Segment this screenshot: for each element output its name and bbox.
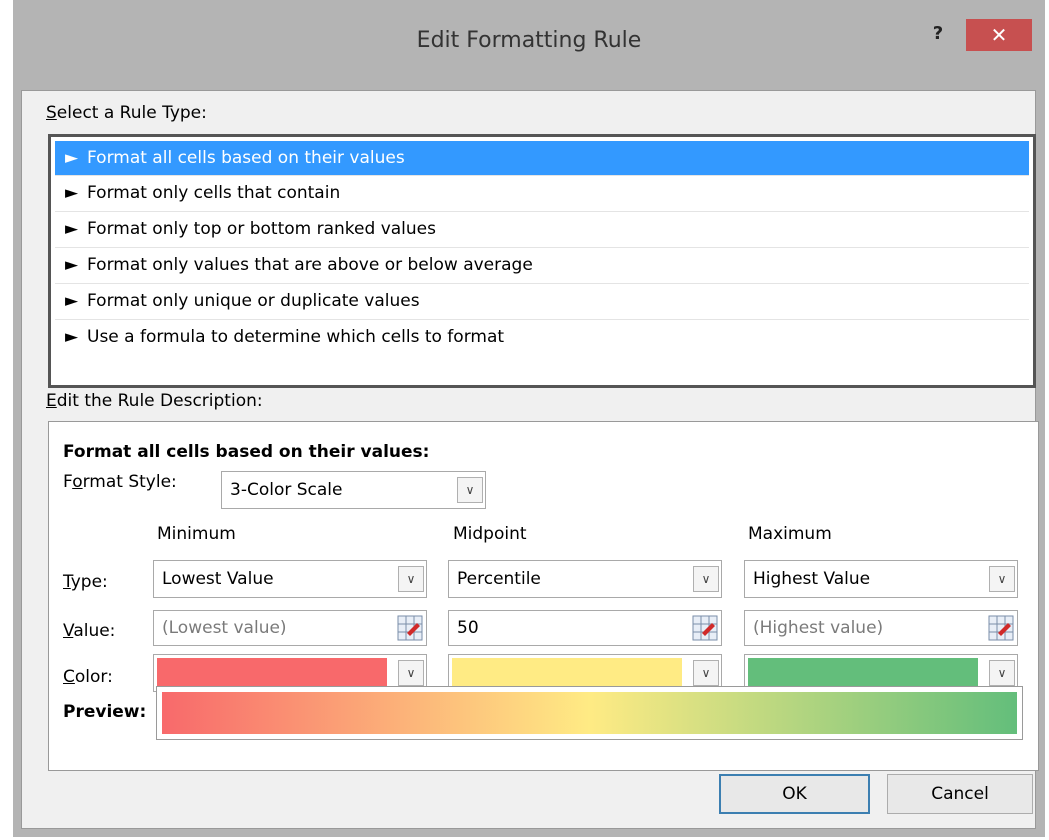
chevron-down-icon[interactable]: ∨ bbox=[693, 566, 719, 592]
color-scale-gradient bbox=[162, 692, 1017, 734]
rule-type-item[interactable]: ► Format only values that are above or be… bbox=[55, 248, 1029, 282]
arrow-right-icon: ► bbox=[65, 183, 79, 203]
chevron-down-icon[interactable]: ∨ bbox=[398, 566, 424, 592]
rule-description-label: Edit the Rule Description: bbox=[46, 391, 263, 411]
midpoint-type-dropdown[interactable]: Percentile ∨ bbox=[448, 560, 722, 598]
chevron-down-icon[interactable]: ∨ bbox=[457, 477, 483, 503]
rule-type-item[interactable]: ► Format only top or bottom ranked values bbox=[55, 212, 1029, 246]
format-style-label: Format Style: bbox=[63, 472, 177, 492]
edit-formatting-rule-dialog: Edit Formatting Rule ? ✕ Select a Rule T… bbox=[13, 0, 1045, 837]
color-label: Color: bbox=[63, 667, 113, 687]
range-picker-icon[interactable] bbox=[397, 615, 423, 641]
help-button[interactable]: ? bbox=[925, 20, 951, 48]
chevron-down-icon[interactable]: ∨ bbox=[989, 566, 1015, 592]
arrow-right-icon: ► bbox=[65, 219, 79, 239]
range-picker-icon[interactable] bbox=[692, 615, 718, 641]
midpoint-color-swatch bbox=[452, 658, 682, 686]
chevron-down-icon[interactable]: ∨ bbox=[398, 660, 424, 686]
rule-type-list[interactable]: ► Format all cells based on their values … bbox=[48, 134, 1036, 388]
range-picker-icon[interactable] bbox=[988, 615, 1014, 641]
rule-type-item[interactable]: ► Format only cells that contain bbox=[55, 176, 1029, 210]
title-bar[interactable]: Edit Formatting Rule ? ✕ bbox=[13, 0, 1045, 90]
minimum-color-swatch bbox=[157, 658, 387, 686]
close-button[interactable]: ✕ bbox=[966, 19, 1032, 51]
value-label: Value: bbox=[63, 621, 116, 641]
minimum-header: Minimum bbox=[157, 524, 236, 544]
format-style-dropdown[interactable]: 3-Color Scale ∨ bbox=[221, 471, 486, 509]
maximum-type-dropdown[interactable]: Highest Value ∨ bbox=[744, 560, 1018, 598]
minimum-value-input[interactable]: (Lowest value) bbox=[153, 610, 427, 646]
close-icon: ✕ bbox=[990, 23, 1008, 47]
ok-button[interactable]: OK bbox=[719, 774, 870, 814]
description-heading: Format all cells based on their values: bbox=[63, 442, 430, 462]
preview-bar bbox=[156, 686, 1023, 740]
rule-type-item[interactable]: ► Format all cells based on their values bbox=[55, 141, 1029, 175]
preview-label: Preview: bbox=[63, 702, 147, 722]
chevron-down-icon[interactable]: ∨ bbox=[989, 660, 1015, 686]
chevron-down-icon[interactable]: ∨ bbox=[693, 660, 719, 686]
arrow-right-icon: ► bbox=[65, 291, 79, 311]
cancel-button[interactable]: Cancel bbox=[887, 774, 1033, 814]
type-label: Type: bbox=[63, 572, 108, 592]
arrow-right-icon: ► bbox=[65, 327, 79, 347]
maximum-value-input[interactable]: (Highest value) bbox=[744, 610, 1018, 646]
arrow-right-icon: ► bbox=[65, 255, 79, 275]
maximum-color-swatch bbox=[748, 658, 978, 686]
rule-description-panel: Format all cells based on their values: … bbox=[48, 421, 1039, 771]
maximum-header: Maximum bbox=[748, 524, 832, 544]
rule-type-label: Select a Rule Type: bbox=[46, 103, 207, 123]
rule-type-item[interactable]: ► Use a formula to determine which cells … bbox=[55, 320, 1029, 354]
format-style-value: 3-Color Scale bbox=[230, 480, 343, 500]
minimum-type-dropdown[interactable]: Lowest Value ∨ bbox=[153, 560, 427, 598]
arrow-right-icon: ► bbox=[65, 148, 79, 168]
dialog-body: Select a Rule Type: ► Format all cells ba… bbox=[21, 90, 1039, 829]
midpoint-value-input[interactable]: 50 bbox=[448, 610, 722, 646]
midpoint-header: Midpoint bbox=[453, 524, 527, 544]
dialog-title: Edit Formatting Rule bbox=[416, 28, 642, 53]
rule-type-item[interactable]: ► Format only unique or duplicate values bbox=[55, 284, 1029, 318]
